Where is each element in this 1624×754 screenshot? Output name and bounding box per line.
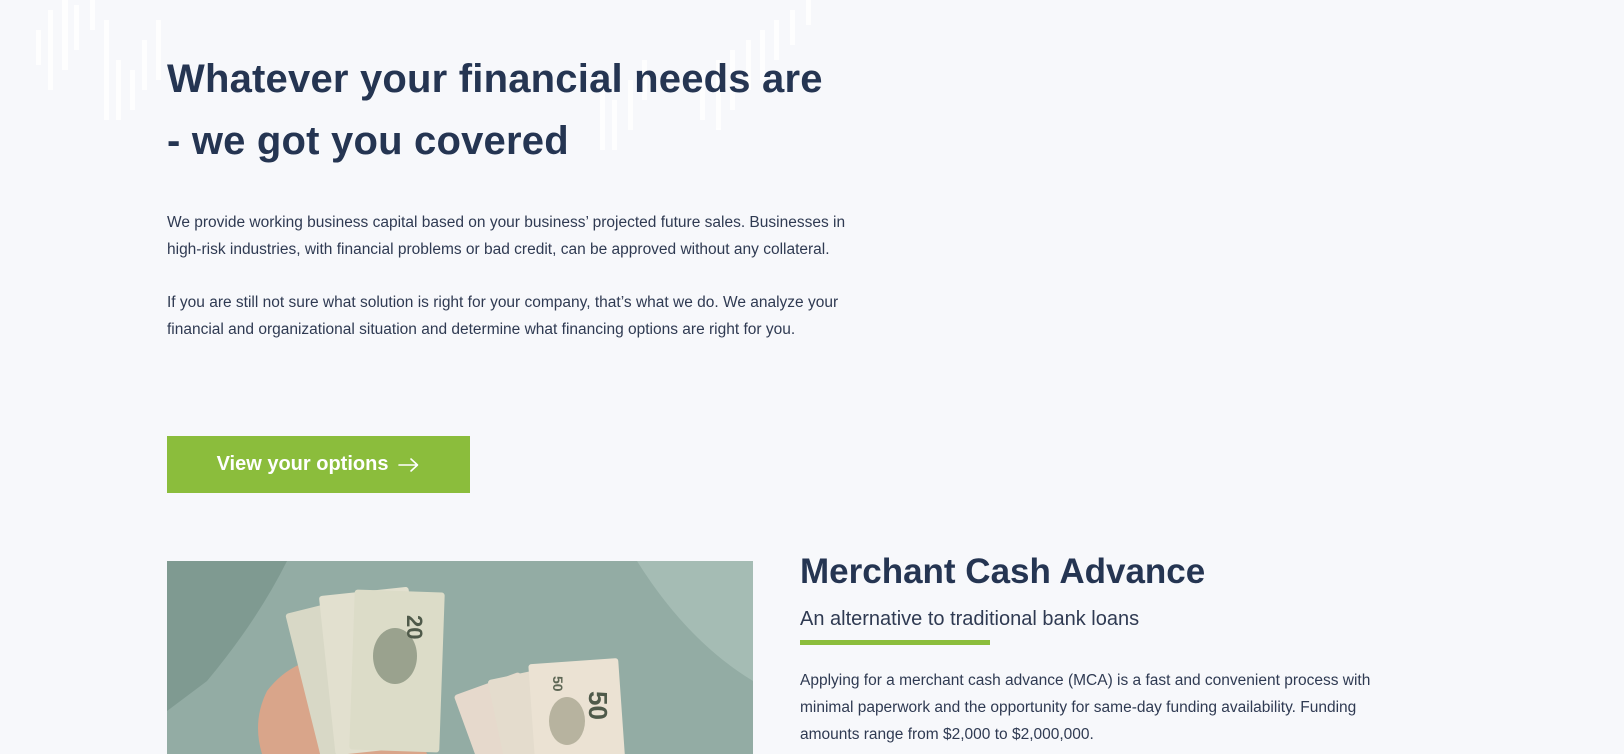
svg-text:20: 20 — [402, 615, 427, 639]
hero-section: Whatever your financial needs are - we g… — [167, 48, 887, 343]
merchant-cash-advance-section: Merchant Cash Advance An alternative to … — [800, 550, 1420, 748]
mca-paragraph: Applying for a merchant cash advance (MC… — [800, 672, 1371, 743]
hero-title-line1: Whatever your financial needs are — [167, 57, 823, 101]
hero-title-line2: - we got you covered — [167, 119, 569, 163]
view-options-label: View your options — [216, 453, 389, 475]
cash-in-hand-photo: 20 50 50 — [167, 561, 753, 754]
svg-text:50: 50 — [550, 676, 566, 692]
svg-text:50: 50 — [583, 691, 613, 720]
hero-title: Whatever your financial needs are - we g… — [167, 48, 887, 172]
view-options-button[interactable]: View your options — [167, 436, 470, 493]
arrow-right-icon — [398, 457, 420, 473]
hero-paragraph-2: If you are still not sure what solution … — [167, 294, 839, 338]
hero-paragraph-1: We provide working business capital base… — [167, 214, 846, 258]
mca-title: Merchant Cash Advance — [800, 552, 1206, 591]
subtitle-underline — [800, 640, 990, 645]
mca-subtitle: An alternative to traditional bank loans — [800, 608, 1140, 630]
